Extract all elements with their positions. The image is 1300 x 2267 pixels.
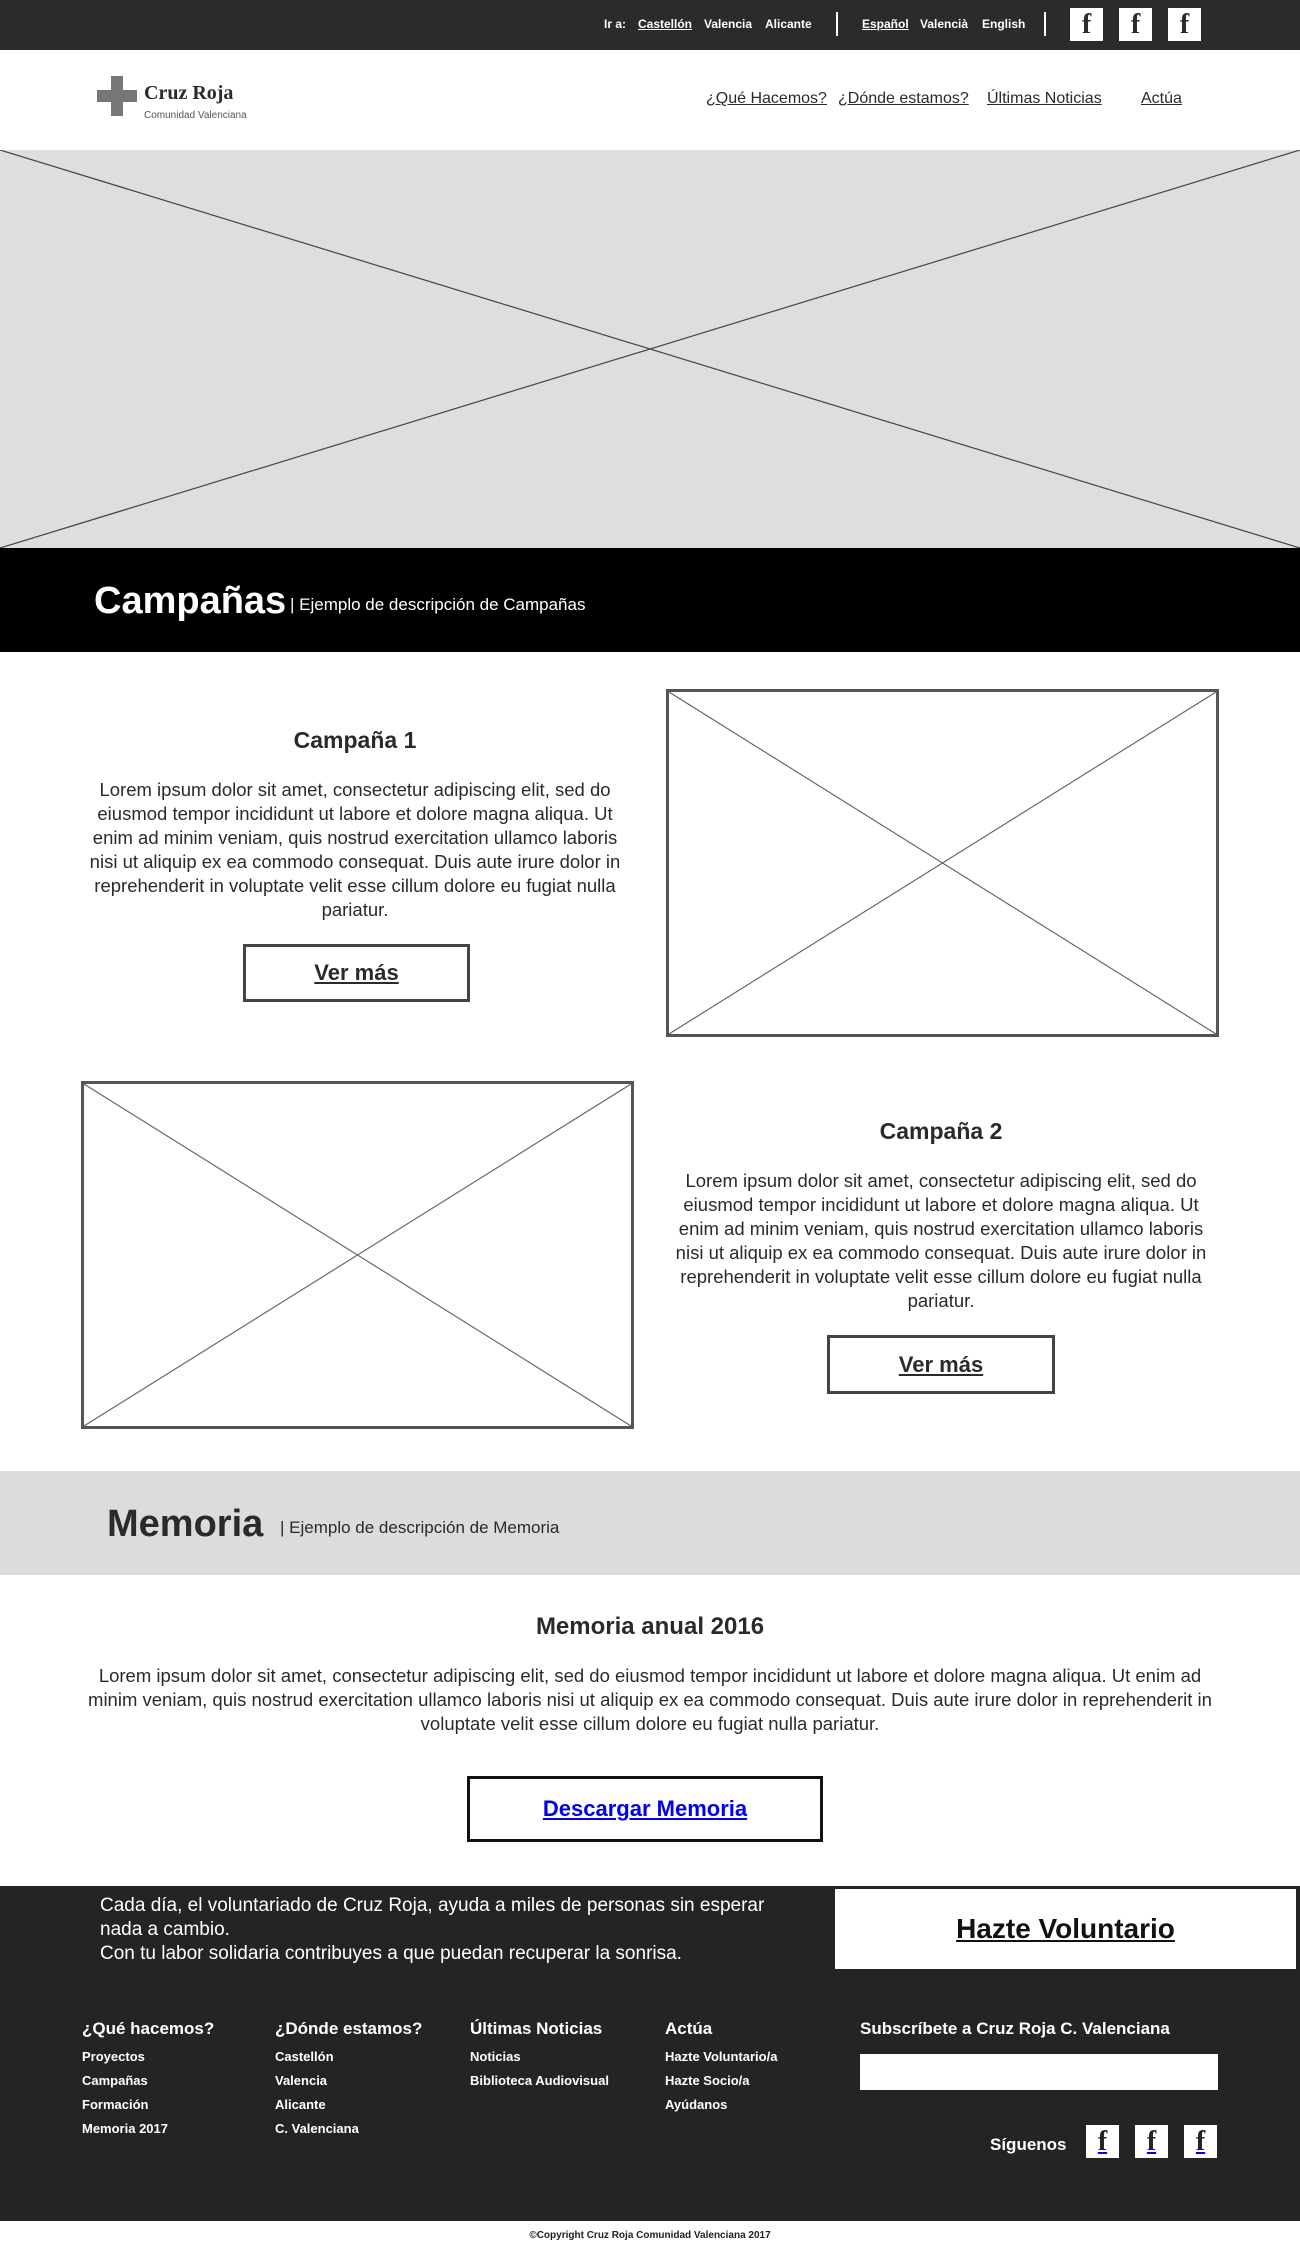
footer-link[interactable]: Biblioteca Audiovisual: [470, 2069, 609, 2093]
language-link-espanol[interactable]: Español: [862, 17, 909, 31]
memoria-title: Memoria anual 2016: [535, 1613, 765, 1640]
volunteer-cta-text: Cada día, el voluntariado de Cruz Roja, …: [100, 1894, 800, 1966]
footer-link[interactable]: C. Valenciana: [275, 2117, 422, 2141]
facebook-icon[interactable]: f: [1086, 2125, 1119, 2158]
nav-item-ultimas-noticias[interactable]: Últimas Noticias: [987, 90, 1102, 108]
footer-column-title: ¿Qué hacemos?: [82, 2019, 215, 2038]
red-cross-logo-icon: [97, 76, 137, 116]
ver-mas-button[interactable]: Ver más: [827, 1335, 1055, 1394]
footer-link[interactable]: Proyectos: [82, 2045, 214, 2069]
footer-link[interactable]: Ayúdanos: [665, 2093, 777, 2117]
campaigns-banner: Campañas | Ejemplo de descripción de Cam…: [0, 548, 1300, 652]
cta-line: Con tu labor solidaria contribuyes a que…: [100, 1943, 682, 1964]
section-title: Memoria: [107, 1503, 264, 1545]
download-memoria-button[interactable]: Descargar Memoria: [467, 1776, 823, 1842]
footer-link[interactable]: Castellón: [275, 2045, 422, 2069]
city-link-valencia[interactable]: Valencia: [704, 17, 752, 31]
divider: [836, 12, 838, 36]
footer-column-que-hacemos: ¿Qué hacemos? Proyectos Campañas Formaci…: [82, 2019, 214, 2141]
campaign-title: Campaña 1: [293, 727, 417, 753]
language-link-english[interactable]: English: [982, 17, 1025, 31]
city-link-alicante[interactable]: Alicante: [765, 17, 812, 31]
cta-line: Cada día, el voluntariado de Cruz Roja, …: [100, 1895, 765, 1940]
facebook-icon[interactable]: f: [1070, 8, 1103, 41]
facebook-icon[interactable]: f: [1168, 8, 1201, 41]
footer-link[interactable]: Formación: [82, 2093, 214, 2117]
memoria-text: Lorem ipsum dolor sit amet, consectetur …: [88, 1665, 1212, 1734]
section-title: Campañas: [94, 580, 287, 622]
logo-subtitle: Comunidad Valenciana: [144, 110, 247, 121]
language-link-valencia[interactable]: Valencià: [920, 17, 968, 31]
campaign-image-placeholder: [81, 1081, 634, 1429]
footer-column-ultimas-noticias: Últimas Noticias Noticias Biblioteca Aud…: [470, 2019, 609, 2093]
memoria-banner: Memoria | Ejemplo de descripción de Memo…: [0, 1471, 1300, 1575]
divider: [1044, 12, 1046, 36]
footer-link[interactable]: Memoria 2017: [82, 2117, 214, 2141]
campaign-text: Lorem ipsum dolor sit amet, consectetur …: [675, 1170, 1207, 1311]
footer-link[interactable]: Hazte Voluntario/a: [665, 2045, 777, 2069]
site-footer: Cada día, el voluntariado de Cruz Roja, …: [0, 1886, 1300, 2221]
footer-link[interactable]: Valencia: [275, 2069, 422, 2093]
footer-column-donde-estamos: ¿Dónde estamos? Castellón Valencia Alica…: [275, 2019, 422, 2141]
footer-link[interactable]: Hazte Socio/a: [665, 2069, 777, 2093]
hero-image-placeholder: [0, 150, 1300, 548]
logo-name: Cruz Roja: [144, 82, 234, 104]
section-description: | Ejemplo de descripción de Campañas: [290, 595, 586, 614]
facebook-icon[interactable]: f: [1119, 8, 1152, 41]
nav-item-que-hacemos[interactable]: ¿Qué Hacemos?: [706, 90, 827, 108]
hazte-voluntario-button[interactable]: Hazte Voluntario: [832, 1886, 1299, 1972]
facebook-icon[interactable]: f: [1184, 2125, 1217, 2158]
section-description: | Ejemplo de descripción de Memoria: [280, 1518, 560, 1537]
facebook-icon[interactable]: f: [1135, 2125, 1168, 2158]
nav-item-donde-estamos[interactable]: ¿Dónde estamos?: [838, 90, 969, 108]
footer-link[interactable]: Alicante: [275, 2093, 422, 2117]
follow-label: Síguenos: [990, 2135, 1067, 2154]
site-header: Cruz Roja Comunidad Valenciana ¿Qué Hace…: [0, 50, 1300, 150]
top-utility-bar: Ir a: Castellón Valencia Alicante Españo…: [0, 0, 1300, 50]
goto-label: Ir a:: [604, 17, 627, 31]
copyright-text: ©Copyright Cruz Roja Comunidad Valencian…: [529, 2230, 771, 2241]
footer-link[interactable]: Campañas: [82, 2069, 214, 2093]
footer-column-title: Últimas Noticias: [470, 2019, 603, 2038]
nav-item-actua[interactable]: Actúa: [1141, 90, 1182, 108]
footer-link[interactable]: Noticias: [470, 2045, 609, 2069]
campaign-title: Campaña 2: [879, 1118, 1003, 1144]
campaign-text: Lorem ipsum dolor sit amet, consectetur …: [89, 779, 621, 920]
subscribe-email-input[interactable]: [860, 2054, 1218, 2090]
campaign-image-placeholder: [666, 689, 1219, 1037]
city-link-castellon[interactable]: Castellón: [638, 17, 692, 31]
ver-mas-button[interactable]: Ver más: [243, 944, 470, 1002]
subscribe-title: Subscríbete a Cruz Roja C. Valenciana: [860, 2019, 1170, 2038]
footer-column-title: ¿Dónde estamos?: [275, 2019, 423, 2038]
footer-column-actua: Actúa Hazte Voluntario/a Hazte Socio/a A…: [665, 2019, 777, 2117]
footer-column-title: Actúa: [665, 2019, 713, 2038]
